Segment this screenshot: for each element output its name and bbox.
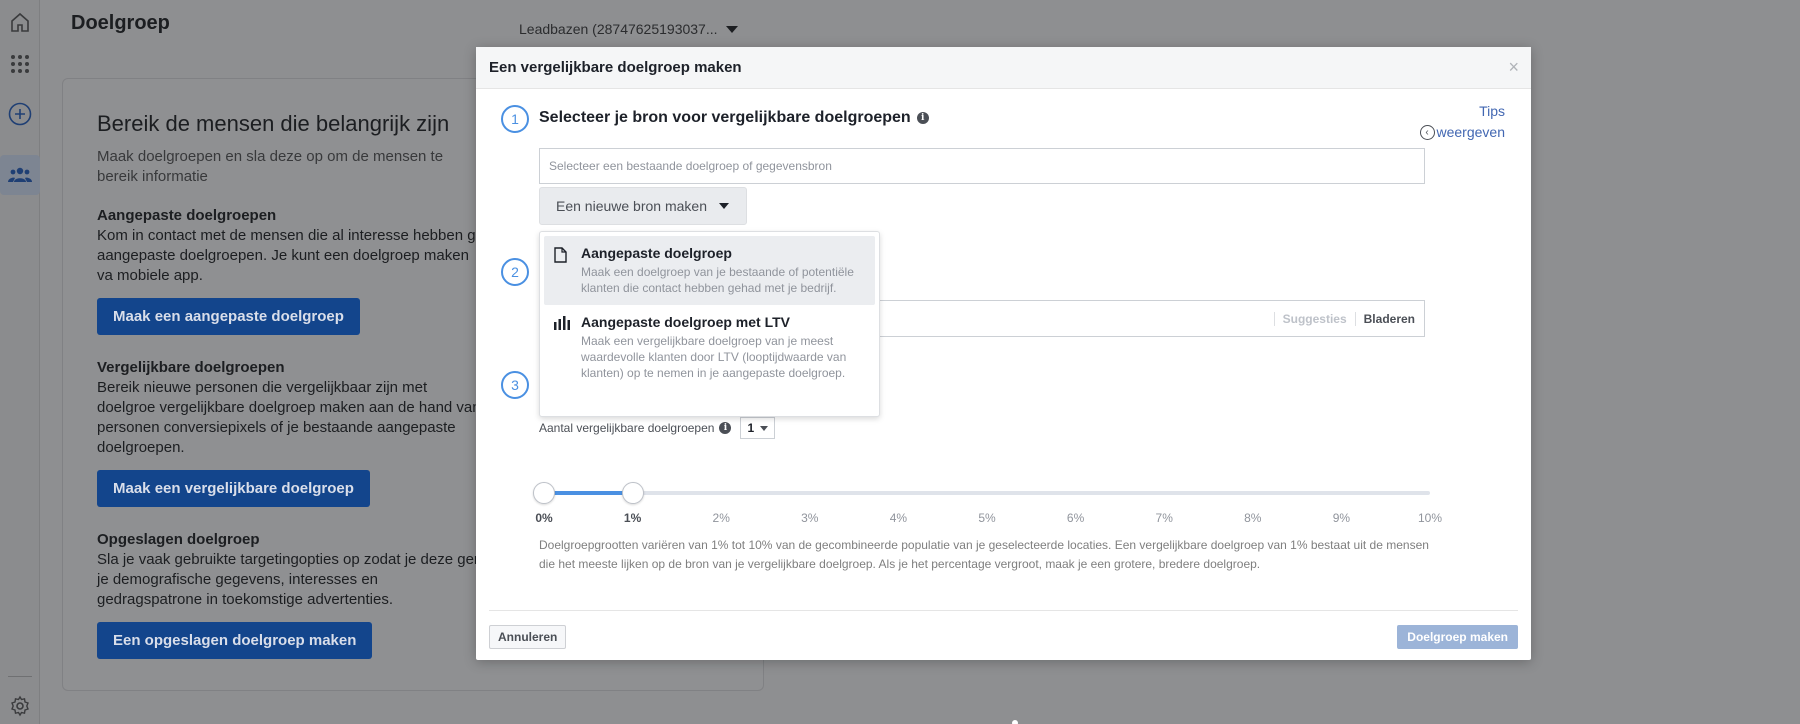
account-name: Leadbazen (28747625193037... [519, 21, 718, 37]
audience-size-slider[interactable] [533, 482, 1430, 504]
info-icon[interactable]: i [916, 112, 929, 124]
slider-tick-label: 10% [1417, 511, 1443, 525]
source-input[interactable]: Selecteer een bestaande doelgroep of geg… [539, 148, 1425, 184]
dropdown-item-title: Aangepaste doelgroep met LTV [581, 314, 790, 330]
info-icon[interactable]: i [719, 422, 732, 434]
tips-label-2: weergeven [1436, 124, 1506, 140]
chevron-left-icon: ‹ [1419, 125, 1435, 140]
suggestions-link[interactable]: Suggesties [1283, 312, 1347, 326]
slider-handle-max[interactable] [621, 482, 644, 504]
home-button[interactable] [0, 2, 40, 42]
dropdown-item-desc: Maak een doelgroep van je bestaande of p… [581, 265, 854, 295]
create-button[interactable] [0, 94, 40, 134]
dropdown-item-desc: Maak een vergelijkbare doelgroep van je … [581, 334, 847, 380]
slider-tick-label: 8% [1244, 511, 1262, 525]
new-source-dropdown: Aangepaste doelgroep Maak een doelgroep … [539, 231, 880, 417]
settings-gear-icon [11, 695, 29, 717]
chevron-down-icon [725, 25, 738, 33]
audience-people-icon [8, 167, 32, 182]
slider-tick-label: 5% [978, 511, 996, 525]
modal-title: Een vergelijkbare doelgroep maken [489, 59, 742, 76]
page-title: Doelgroep [71, 12, 170, 34]
document-icon [554, 247, 567, 263]
modal-header: Een vergelijkbare doelgroep maken × [476, 47, 1531, 89]
modal-footer-divider [489, 610, 1518, 611]
tips-link[interactable]: Tips ‹ weergeven [1419, 101, 1506, 143]
page-indicator-dot [1012, 720, 1018, 724]
source-placeholder: Selecteer een bestaande doelgroep of geg… [549, 159, 832, 173]
slider-tick-label: 2% [712, 511, 730, 525]
tips-label: Tips [1479, 103, 1505, 119]
step-3-marker: 3 [501, 371, 529, 399]
settings-button[interactable] [0, 686, 40, 724]
add-circle-icon [8, 102, 32, 126]
apps-grid-icon [11, 55, 29, 73]
left-rail [0, 0, 40, 724]
divider [1354, 311, 1356, 326]
audiences-button[interactable] [0, 155, 40, 195]
slider-fill [544, 491, 633, 495]
create-custom-audience-button[interactable]: Maak een aangepaste doelgroep [97, 298, 360, 335]
new-source-button[interactable]: Een nieuwe bron maken [539, 187, 747, 225]
account-selector[interactable]: Leadbazen (28747625193037... [519, 21, 738, 37]
slider-tick-label: 9% [1332, 511, 1351, 525]
audience-size-help: Doelgroepgrootten variëren van 1% tot 10… [539, 538, 1429, 571]
audience-count-row: Aantal vergelijkbare doelgroepen i 1 [539, 417, 776, 439]
bar-chart-icon [554, 316, 570, 330]
chevron-down-icon [719, 203, 729, 209]
section-text: Bereik nieuwe personen die vergelijkbaar… [97, 379, 481, 456]
home-icon [11, 12, 29, 32]
new-source-label: Een nieuwe bron maken [556, 198, 707, 214]
card-subtitle: Maak doelgroepen en sla deze op om de me… [97, 148, 444, 185]
audience-count-value: 1 [747, 421, 755, 435]
browse-link[interactable]: Bladeren [1364, 312, 1415, 326]
slider-tick-label: 1% [623, 511, 642, 525]
dropdown-item-custom-audience[interactable]: Aangepaste doelgroep Maak een doelgroep … [544, 236, 875, 305]
dropdown-item-title: Aangepaste doelgroep [581, 245, 732, 261]
step-1-marker: 1 [501, 105, 529, 133]
step-2-marker: 2 [501, 258, 529, 286]
audience-count-label: Aantal vergelijkbare doelgroepen [539, 421, 715, 435]
slider-tick-label: 0% [535, 511, 553, 525]
create-lookalike-audience-button[interactable]: Maak een vergelijkbare doelgroep [97, 470, 370, 507]
create-audience-button[interactable]: Doelgroep maken [1397, 625, 1518, 649]
slider-handle-min[interactable] [533, 482, 555, 504]
divider [1273, 311, 1275, 326]
dropdown-item-ltv-audience[interactable]: Aangepaste doelgroep met LTV Maak een ve… [544, 305, 875, 390]
slider-tick-label: 6% [1066, 511, 1085, 525]
section-text: Kom in contact met de mensen die al inte… [97, 227, 484, 284]
cancel-button[interactable]: Annuleren [489, 625, 567, 649]
chevron-down-icon [760, 425, 769, 431]
step-1-title-text: Selecteer je bron voor vergelijkbare doe… [539, 109, 911, 126]
apps-button[interactable] [0, 44, 40, 84]
close-icon[interactable]: × [1508, 57, 1519, 78]
step-1-title: Selecteer je bron voor vergelijkbare doe… [539, 109, 929, 127]
create-saved-audience-button[interactable]: Een opgeslagen doelgroep maken [97, 622, 373, 659]
slider-tick-label: 4% [889, 511, 908, 525]
lookalike-modal: Een vergelijkbare doelgroep maken × 1 2 … [476, 47, 1531, 660]
section-text: Sla je vaak gebruikte targetingopties op… [97, 551, 487, 608]
slider-tick-label: 3% [801, 511, 819, 525]
slider-tick-label: 7% [1155, 511, 1173, 525]
rail-divider [8, 676, 32, 677]
audience-count-select[interactable]: 1 [740, 417, 776, 439]
